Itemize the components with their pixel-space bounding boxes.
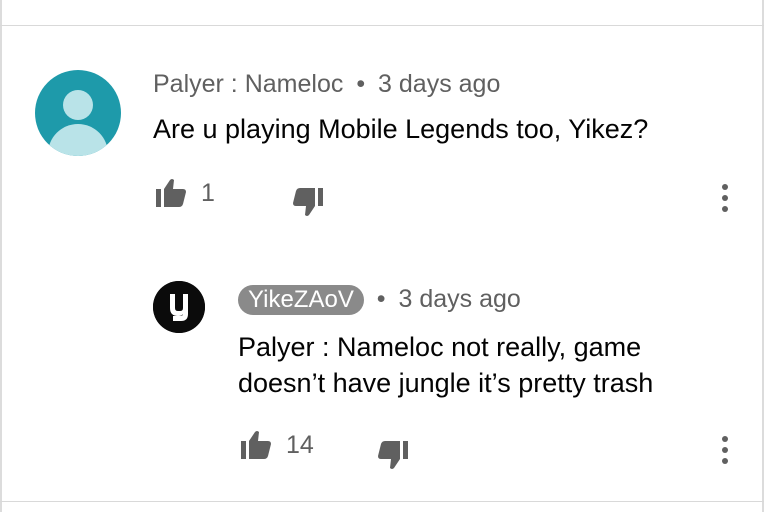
more-vert-icon — [722, 436, 728, 464]
meta-separator: • — [356, 70, 366, 98]
more-vert-icon — [722, 184, 728, 212]
reply-like-button[interactable]: 14 — [240, 430, 314, 460]
reply-dislike-button[interactable] — [377, 440, 409, 470]
avatar-head — [63, 90, 93, 120]
y-logo-icon — [153, 281, 205, 333]
reply-text-line: Palyer : Nameloc not really, game — [238, 332, 642, 362]
comment-like-button[interactable]: 1 — [155, 178, 215, 208]
frame-left-border — [0, 0, 2, 512]
reply-more-button[interactable] — [718, 435, 732, 470]
comment-author[interactable]: Palyer : Nameloc — [153, 70, 343, 98]
reply-text-line: doesn’t have jungle it’s pretty trash — [238, 368, 654, 398]
thumbs-up-icon — [241, 431, 271, 459]
reply-meta: YikeZAoV • 3 days ago — [238, 285, 521, 315]
reply-like-count: 14 — [286, 430, 314, 459]
comment-time[interactable]: 3 days ago — [378, 70, 500, 98]
comment-text: Are u playing Mobile Legends too, Yikez? — [153, 114, 649, 144]
thumbs-down-icon — [378, 441, 408, 469]
avatar-body — [48, 124, 108, 156]
bottom-divider — [0, 501, 764, 502]
comment-like-count: 1 — [201, 178, 215, 207]
meta-separator: • — [376, 285, 386, 313]
y-logo-avatar[interactable] — [153, 281, 205, 333]
comment-dislike-button[interactable] — [292, 187, 324, 217]
comment-more-button[interactable] — [718, 183, 732, 218]
reply-time[interactable]: 3 days ago — [399, 285, 521, 313]
thumbs-up-icon — [156, 179, 186, 207]
reply-author-chip[interactable]: YikeZAoV — [238, 285, 364, 315]
default-user-avatar[interactable] — [35, 70, 121, 156]
comment-meta: Palyer : Nameloc • 3 days ago — [153, 70, 500, 99]
top-divider — [0, 25, 764, 26]
reply-text: Palyer : Nameloc not really, game doesn’… — [238, 329, 653, 401]
thumbs-down-icon — [293, 188, 323, 216]
